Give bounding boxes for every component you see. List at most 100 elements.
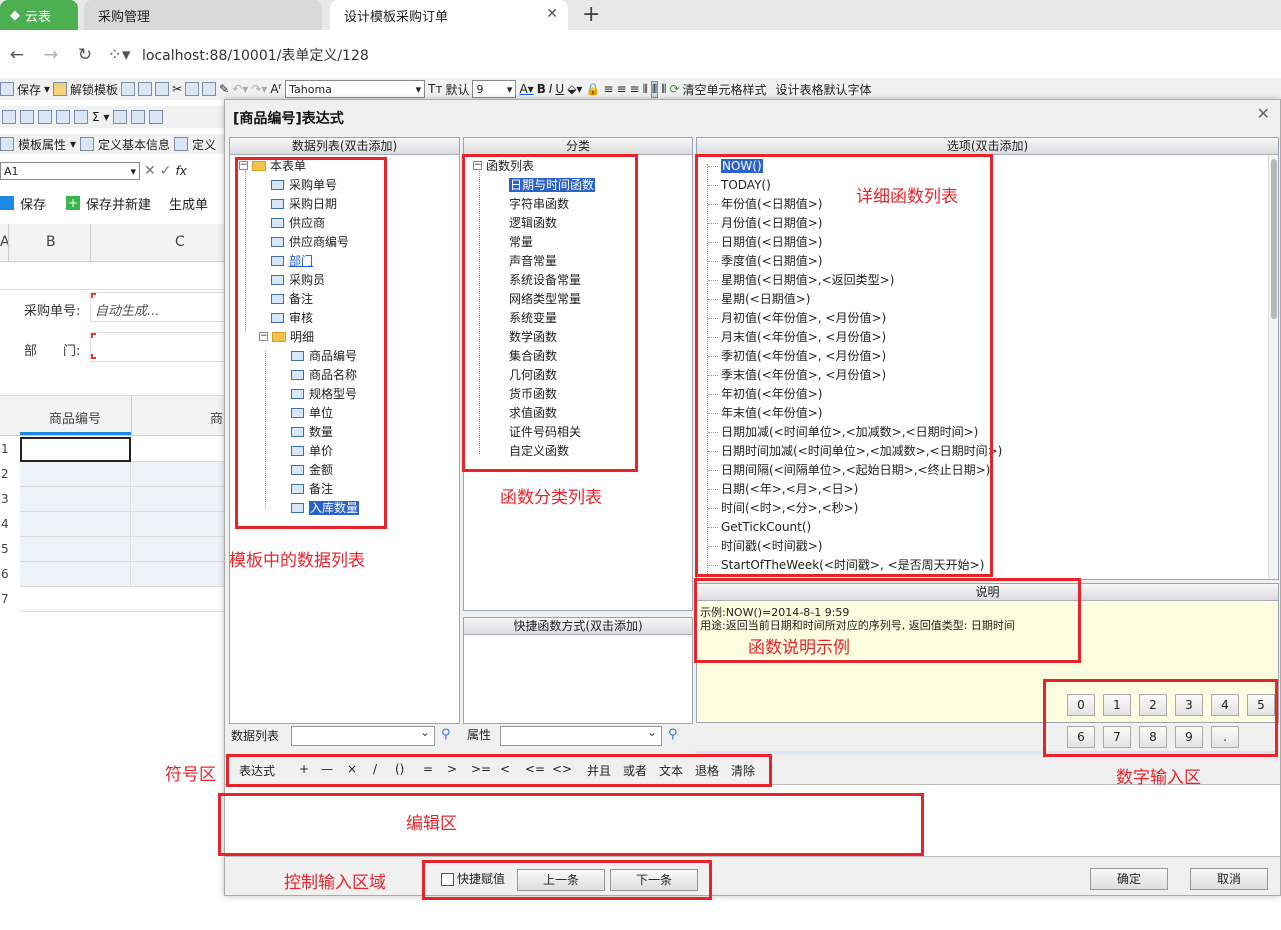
back-icon[interactable]: ← [0, 45, 34, 65]
symbol-button[interactable]: = [423, 762, 433, 776]
function-item[interactable]: 年份值(<日期值>) [708, 196, 822, 212]
table-cell[interactable] [131, 487, 225, 512]
table-cell[interactable] [131, 462, 225, 487]
save-button[interactable]: 保存 [20, 194, 46, 213]
table-cell[interactable] [131, 512, 225, 537]
tree-item[interactable]: 供应商 [271, 215, 325, 231]
symbol-button[interactable]: () [395, 762, 404, 776]
symbol-button[interactable]: 退格 [695, 762, 719, 779]
next-button[interactable]: 下一条 [610, 869, 698, 891]
table-icon[interactable] [121, 82, 136, 96]
category-item[interactable]: 几何函数 [509, 367, 557, 383]
font-color-icon[interactable]: A▾ [519, 82, 533, 96]
table-cell[interactable] [20, 537, 131, 562]
grid5-icon[interactable] [74, 110, 88, 124]
numpad-key[interactable]: 7 [1103, 726, 1131, 748]
tree-item[interactable]: 商品名称 [291, 367, 357, 383]
insert-icon[interactable] [113, 110, 128, 124]
table-cell[interactable] [20, 587, 225, 612]
new-tab-icon[interactable]: + [582, 2, 600, 27]
align-right-icon[interactable]: ≡ [630, 82, 640, 96]
symbol-button[interactable]: >= [471, 762, 491, 776]
search-icon[interactable]: ⚲ [441, 727, 451, 743]
scrollbar[interactable] [1268, 155, 1278, 579]
symbol-button[interactable]: 并且 [587, 762, 611, 779]
table-cell[interactable] [20, 462, 131, 487]
category-item[interactable]: 系统设备常量 [509, 272, 581, 288]
save-icon[interactable] [0, 82, 14, 96]
table2-icon[interactable] [138, 82, 153, 96]
ok-button[interactable]: 确定 [1090, 868, 1168, 890]
url-text[interactable]: localhost:88/10001/表单定义/128 [142, 45, 369, 65]
tree-item[interactable]: 数量 [291, 424, 333, 440]
function-item[interactable]: 季度值(<日期值>) [708, 253, 822, 269]
confirm-icon[interactable]: ✓ [160, 163, 172, 179]
symbol-button[interactable]: 清除 [731, 762, 755, 779]
scrollbar-thumb[interactable] [1271, 159, 1277, 319]
vertical-align-icon[interactable]: ⦀ [643, 82, 648, 97]
tab-purchase-management[interactable]: 采购管理 [84, 0, 322, 30]
define-basic-button[interactable]: 定义基本信息 [98, 136, 170, 153]
column-b-header[interactable]: B [46, 234, 56, 250]
grid4-icon[interactable] [56, 110, 70, 124]
quick-assign-checkbox[interactable] [441, 873, 454, 886]
category-item[interactable]: 常量 [509, 234, 533, 250]
category-item[interactable]: 集合函数 [509, 348, 557, 364]
function-item[interactable]: 日期值(<日期值>) [708, 234, 822, 250]
detail-col-header[interactable]: 商 [210, 408, 223, 427]
font-size-select[interactable]: 9 ▾ [472, 80, 517, 98]
numpad-key[interactable]: 5 [1247, 694, 1275, 716]
symbol-button[interactable]: 或者 [623, 762, 647, 779]
tree-item[interactable]: 供应商编号 [271, 234, 349, 250]
tree-item[interactable]: 审核 [271, 310, 313, 326]
symbol-button[interactable]: + [299, 762, 309, 776]
tree-item[interactable]: 单价 [291, 443, 333, 459]
define-button[interactable]: 定义 [192, 136, 216, 153]
symbol-button[interactable]: <= [525, 762, 545, 776]
category-item[interactable]: 字符串函数 [509, 196, 569, 212]
bold-icon[interactable]: B [537, 82, 546, 96]
function-item[interactable]: 日期时间加减(<时间单位>,<加减数>,<日期时间>) [708, 443, 1002, 459]
detail-col-header[interactable]: 商品编号 [49, 408, 101, 427]
default-font-label[interactable]: 默认 [445, 81, 469, 98]
collapse-icon[interactable]: − [259, 332, 268, 341]
tab-yunbiao[interactable]: ◆ 云表 [0, 0, 78, 30]
italic-icon[interactable]: I [549, 82, 553, 96]
close-icon[interactable]: ✕ [1257, 104, 1270, 123]
distribute-icon[interactable]: ⦀ [650, 80, 659, 98]
category-item-selected[interactable]: 日期与时间函数 [509, 177, 596, 193]
function-item[interactable]: 星期值(<日期值>,<返回类型>) [708, 272, 894, 288]
function-item[interactable]: StartOfTheWeek(<时间戳>, <是否周天开始>) [708, 557, 984, 573]
align-left-icon[interactable]: ≡ [603, 82, 613, 96]
clear-cell-style-button[interactable]: 清空单元格样式 [683, 81, 767, 98]
category-item[interactable]: 数学函数 [509, 329, 557, 345]
symbol-button[interactable]: — [321, 762, 333, 776]
generate-button[interactable]: 生成单 [169, 194, 208, 213]
grid3-icon[interactable] [38, 110, 52, 124]
tree-item[interactable]: 采购单号 [271, 177, 337, 193]
symbol-button[interactable]: / [373, 762, 377, 776]
function-item[interactable]: GetTickCount() [708, 519, 811, 535]
symbol-button[interactable]: × [347, 762, 357, 776]
save-new-button[interactable]: 保存并新建 [86, 194, 151, 213]
function-item[interactable]: 时间(<时>,<分>,<秒>) [708, 500, 858, 516]
function-item[interactable]: 季末值(<年份值>, <月份值>) [708, 367, 886, 383]
lock-icon[interactable]: 🔒 [585, 82, 600, 96]
tab-design-template[interactable]: 设计模板采购订单 ✕ [330, 0, 568, 30]
apps-icon[interactable]: ⁘▾ [102, 45, 136, 65]
numpad-key[interactable]: 9 [1175, 726, 1203, 748]
function-item[interactable]: 时间戳(<时间戳>) [708, 538, 822, 554]
unlock-template-button[interactable]: 解锁模板 [70, 81, 118, 98]
category-item[interactable]: 货币函数 [509, 386, 557, 402]
category-item[interactable]: 证件号码相关 [509, 424, 581, 440]
numpad-key[interactable]: 0 [1067, 694, 1095, 716]
undo-icon[interactable]: ↶▾ [232, 82, 248, 96]
tree-item[interactable]: 备注 [271, 291, 313, 307]
category-item[interactable]: 求值函数 [509, 405, 557, 421]
numpad-key[interactable]: 3 [1175, 694, 1203, 716]
symbol-button[interactable]: <> [552, 762, 572, 776]
numpad-key[interactable]: 6 [1067, 726, 1095, 748]
table-cell-selected[interactable] [20, 437, 131, 462]
justify-icon[interactable]: ⦀ [661, 82, 666, 97]
symbol-button[interactable]: < [500, 762, 510, 776]
